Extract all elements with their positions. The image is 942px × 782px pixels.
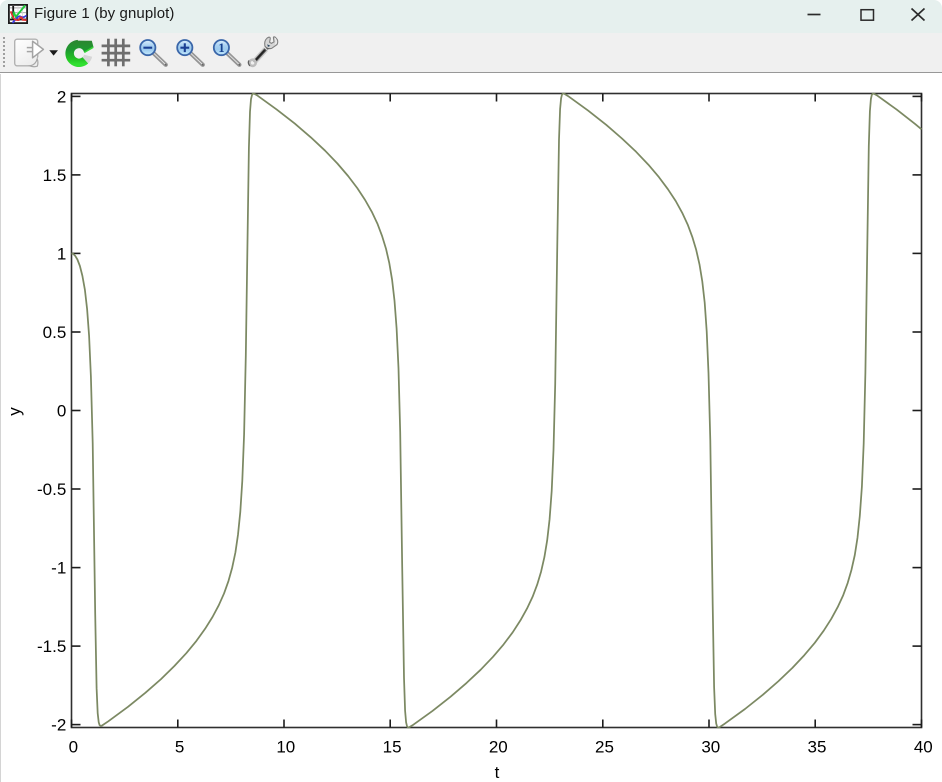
- svg-text:1.5: 1.5: [43, 166, 67, 185]
- svg-text:10: 10: [276, 737, 295, 756]
- svg-text:1: 1: [218, 41, 224, 55]
- svg-text:y: y: [5, 407, 24, 416]
- svg-text:2: 2: [57, 87, 66, 106]
- svg-text:5: 5: [175, 737, 184, 756]
- svg-text:40: 40: [914, 737, 933, 756]
- svg-text:15: 15: [383, 737, 402, 756]
- svg-text:35: 35: [808, 737, 827, 756]
- svg-text:t: t: [495, 763, 500, 782]
- svg-text:-0.5: -0.5: [37, 480, 66, 499]
- svg-text:-2: -2: [51, 716, 66, 735]
- svg-text:-1: -1: [51, 559, 66, 578]
- svg-text:25: 25: [595, 737, 614, 756]
- svg-text:0: 0: [57, 401, 66, 420]
- svg-text:0.5: 0.5: [43, 323, 67, 342]
- svg-text:1: 1: [57, 244, 66, 263]
- svg-text:-1.5: -1.5: [37, 637, 66, 656]
- svg-text:20: 20: [489, 737, 508, 756]
- svg-text:30: 30: [701, 737, 720, 756]
- svg-text:0: 0: [69, 737, 78, 756]
